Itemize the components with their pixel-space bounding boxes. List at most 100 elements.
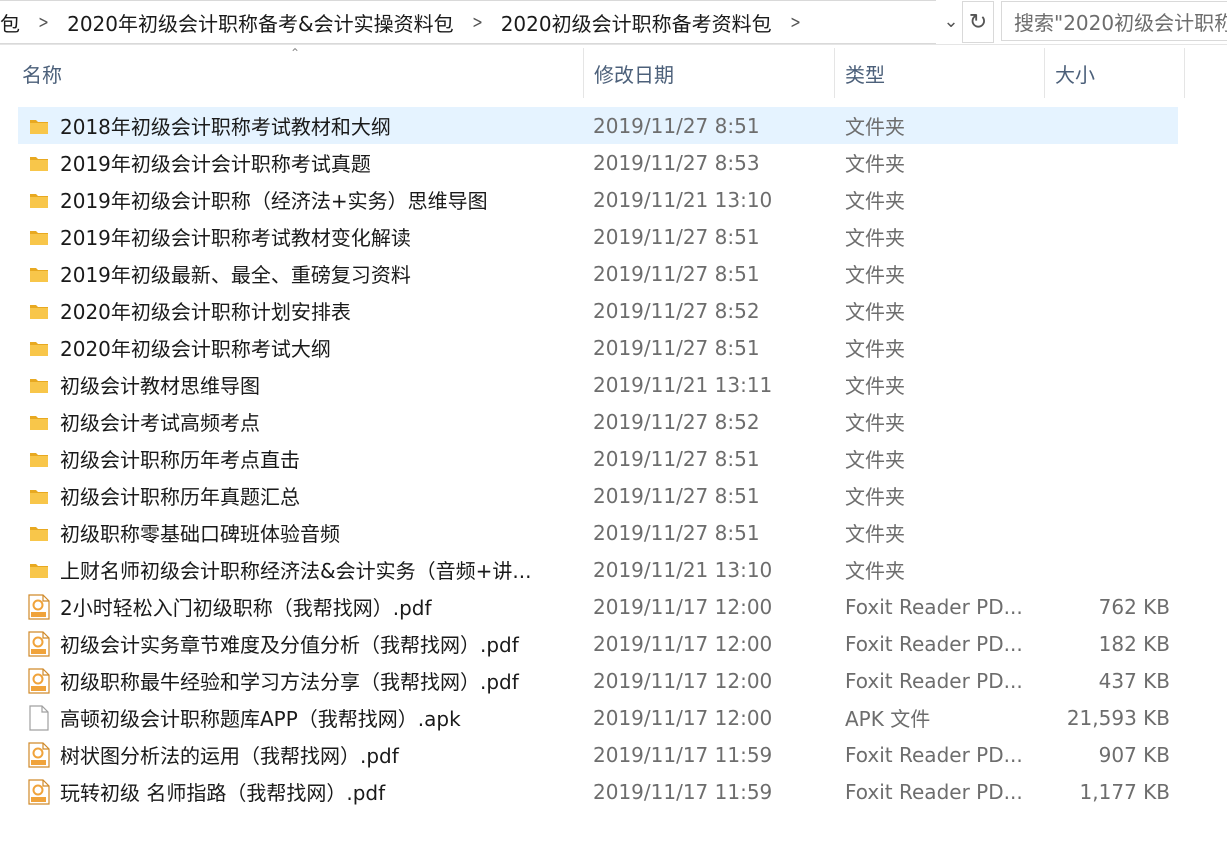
pdf-file-icon (26, 736, 52, 773)
chevron-right-icon[interactable]: > (465, 12, 490, 33)
file-date-modified: 2019/11/27 8:53 (593, 150, 760, 175)
search-input[interactable]: 搜索"2020初级会计职称备考资料包" (1001, 1, 1227, 41)
file-date-modified: 2019/11/27 8:51 (593, 261, 760, 286)
file-row[interactable]: 初级会计职称历年考点直击 2019/11/27 8:51 文件夹 (18, 440, 1178, 477)
file-row[interactable]: 初级会计考试高频考点 2019/11/27 8:52 文件夹 (18, 403, 1178, 440)
breadcrumb-item[interactable]: 2020年初级会计职称备考&会计实操资料包 (61, 8, 460, 37)
folder-icon (26, 181, 52, 218)
file-name: 初级会计考试高频考点 (60, 411, 260, 435)
file-type: 文件夹 (845, 559, 905, 583)
file-size (1045, 255, 1170, 292)
file-type: 文件夹 (845, 300, 905, 324)
file-row[interactable]: 2019年初级会计会计职称考试真题 2019/11/27 8:53 文件夹 (18, 144, 1178, 181)
file-row[interactable]: 初级会计实务章节难度及分值分析（我帮找网）.pdf 2019/11/17 12:0… (18, 625, 1178, 662)
file-date-modified: 2019/11/27 8:51 (593, 224, 760, 249)
address-bar: 包 > 2020年初级会计职称备考&会计实操资料包 > 2020初级会计职称备考… (0, 0, 1227, 45)
file-row[interactable]: 树状图分析法的运用（我帮找网）.pdf 2019/11/17 11:59 Foxit… (18, 736, 1178, 773)
file-date-modified: 2019/11/17 12:00 (593, 631, 773, 656)
refresh-button[interactable]: ↻ (962, 1, 994, 43)
file-name: 初级会计教材思维导图 (60, 374, 260, 398)
column-header-label: 名称 (22, 62, 62, 87)
file-row[interactable]: 初级职称零基础口碑班体验音频 2019/11/27 8:51 文件夹 (18, 514, 1178, 551)
file-row[interactable]: 高顿初级会计职称题库APP（我帮找网）.apk 2019/11/17 12:00 A… (18, 699, 1178, 736)
column-header-size[interactable]: 大小 (1045, 48, 1185, 98)
file-type: 文件夹 (845, 448, 905, 472)
file-type: 文件夹 (845, 337, 905, 361)
file-date-modified: 2019/11/27 8:52 (593, 409, 760, 434)
file-row[interactable]: 2019年初级会计职称考试教材变化解读 2019/11/27 8:51 文件夹 (18, 218, 1178, 255)
file-name: 上财名师初级会计职称经济法&会计实务（音频+讲... (60, 559, 532, 583)
breadcrumb-item[interactable]: 包 (0, 8, 26, 37)
folder-icon (26, 366, 52, 403)
file-date-modified: 2019/11/27 8:51 (593, 113, 760, 138)
column-header-label: 大小 (1055, 62, 1095, 87)
column-header-name[interactable]: 名称 (12, 48, 584, 98)
file-type: Foxit Reader PD... (845, 779, 1023, 804)
search-placeholder: 搜索"2020初级会计职称备考资料包" (1014, 10, 1227, 35)
file-size (1045, 107, 1170, 144)
file-size (1045, 551, 1170, 588)
file-name: 2019年初级会计职称（经济法+实务）思维导图 (60, 189, 488, 213)
file-name: 初级会计实务章节难度及分值分析（我帮找网）.pdf (60, 633, 519, 657)
file-date-modified: 2019/11/27 8:52 (593, 298, 760, 323)
folder-icon (26, 440, 52, 477)
file-type: 文件夹 (845, 411, 905, 435)
column-header-row: ⌃ 名称 修改日期 类型 大小 (0, 44, 1227, 104)
folder-icon (26, 292, 52, 329)
file-date-modified: 2019/11/17 11:59 (593, 779, 773, 804)
breadcrumb-item[interactable]: 2020初级会计职称备考资料包 (495, 8, 778, 37)
file-name: 2019年初级会计职称考试教材变化解读 (60, 226, 411, 250)
pdf-file-icon (26, 773, 52, 810)
file-name: 初级会计职称历年真题汇总 (60, 485, 300, 509)
file-date-modified: 2019/11/27 8:51 (593, 520, 760, 545)
file-size (1045, 403, 1170, 440)
file-name: 初级职称最牛经验和学习方法分享（我帮找网）.pdf (60, 670, 519, 694)
file-date-modified: 2019/11/21 13:10 (593, 557, 773, 582)
file-type: APK 文件 (845, 707, 931, 731)
file-name: 玩转初级 名师指路（我帮找网）.pdf (60, 781, 386, 805)
breadcrumb[interactable]: 包 > 2020年初级会计职称备考&会计实操资料包 > 2020初级会计职称备考… (0, 0, 936, 44)
file-row[interactable]: 玩转初级 名师指路（我帮找网）.pdf 2019/11/17 11:59 Foxit… (18, 773, 1178, 810)
folder-icon (26, 514, 52, 551)
file-type: 文件夹 (845, 263, 905, 287)
file-date-modified: 2019/11/21 13:10 (593, 187, 773, 212)
file-size (1045, 514, 1170, 551)
chevron-right-icon[interactable]: > (31, 12, 56, 33)
file-name: 2019年初级会计会计职称考试真题 (60, 152, 371, 176)
file-row[interactable]: 上财名师初级会计职称经济法&会计实务（音频+讲... 2019/11/21 13:… (18, 551, 1178, 588)
file-type: 文件夹 (845, 226, 905, 250)
file-row[interactable]: 2019年初级最新、最全、重磅复习资料 2019/11/27 8:51 文件夹 (18, 255, 1178, 292)
file-size (1045, 292, 1170, 329)
file-type: 文件夹 (845, 522, 905, 546)
file-row[interactable]: 2019年初级会计职称（经济法+实务）思维导图 2019/11/21 13:10 文… (18, 181, 1178, 218)
file-row[interactable]: 2020年初级会计职称考试大纲 2019/11/27 8:51 文件夹 (18, 329, 1178, 366)
folder-icon (26, 477, 52, 514)
column-header-date[interactable]: 修改日期 (584, 48, 835, 98)
file-type: 文件夹 (845, 485, 905, 509)
file-date-modified: 2019/11/17 12:00 (593, 594, 773, 619)
pdf-file-icon (26, 625, 52, 662)
file-size (1045, 477, 1170, 514)
file-name: 树状图分析法的运用（我帮找网）.pdf (60, 744, 399, 768)
column-header-type[interactable]: 类型 (835, 48, 1045, 98)
file-size (1045, 440, 1170, 477)
file-name: 2020年初级会计职称计划安排表 (60, 300, 351, 324)
file-row[interactable]: 初级职称最牛经验和学习方法分享（我帮找网）.pdf 2019/11/17 12:0… (18, 662, 1178, 699)
folder-icon (26, 329, 52, 366)
file-name: 2019年初级最新、最全、重磅复习资料 (60, 263, 411, 287)
refresh-icon: ↻ (968, 9, 988, 35)
folder-icon (26, 144, 52, 181)
file-size: 21,593 KB (1066, 705, 1170, 730)
file-row[interactable]: 2018年初级会计职称考试教材和大纲 2019/11/27 8:51 文件夹 (18, 107, 1178, 144)
file-row[interactable]: 初级会计职称历年真题汇总 2019/11/27 8:51 文件夹 (18, 477, 1178, 514)
chevron-right-icon[interactable]: > (783, 12, 808, 33)
file-row[interactable]: 2020年初级会计职称计划安排表 2019/11/27 8:52 文件夹 (18, 292, 1178, 329)
column-header-label: 修改日期 (594, 62, 674, 87)
file-row[interactable]: 2小时轻松入门初级职称（我帮找网）.pdf 2019/11/17 12:00 Fox… (18, 588, 1178, 625)
file-size: 437 KB (1098, 668, 1170, 693)
file-date-modified: 2019/11/27 8:51 (593, 335, 760, 360)
folder-icon (26, 403, 52, 440)
file-type: Foxit Reader PD... (845, 594, 1023, 619)
file-row[interactable]: 初级会计教材思维导图 2019/11/21 13:11 文件夹 (18, 366, 1178, 403)
column-header-label: 类型 (845, 62, 885, 87)
